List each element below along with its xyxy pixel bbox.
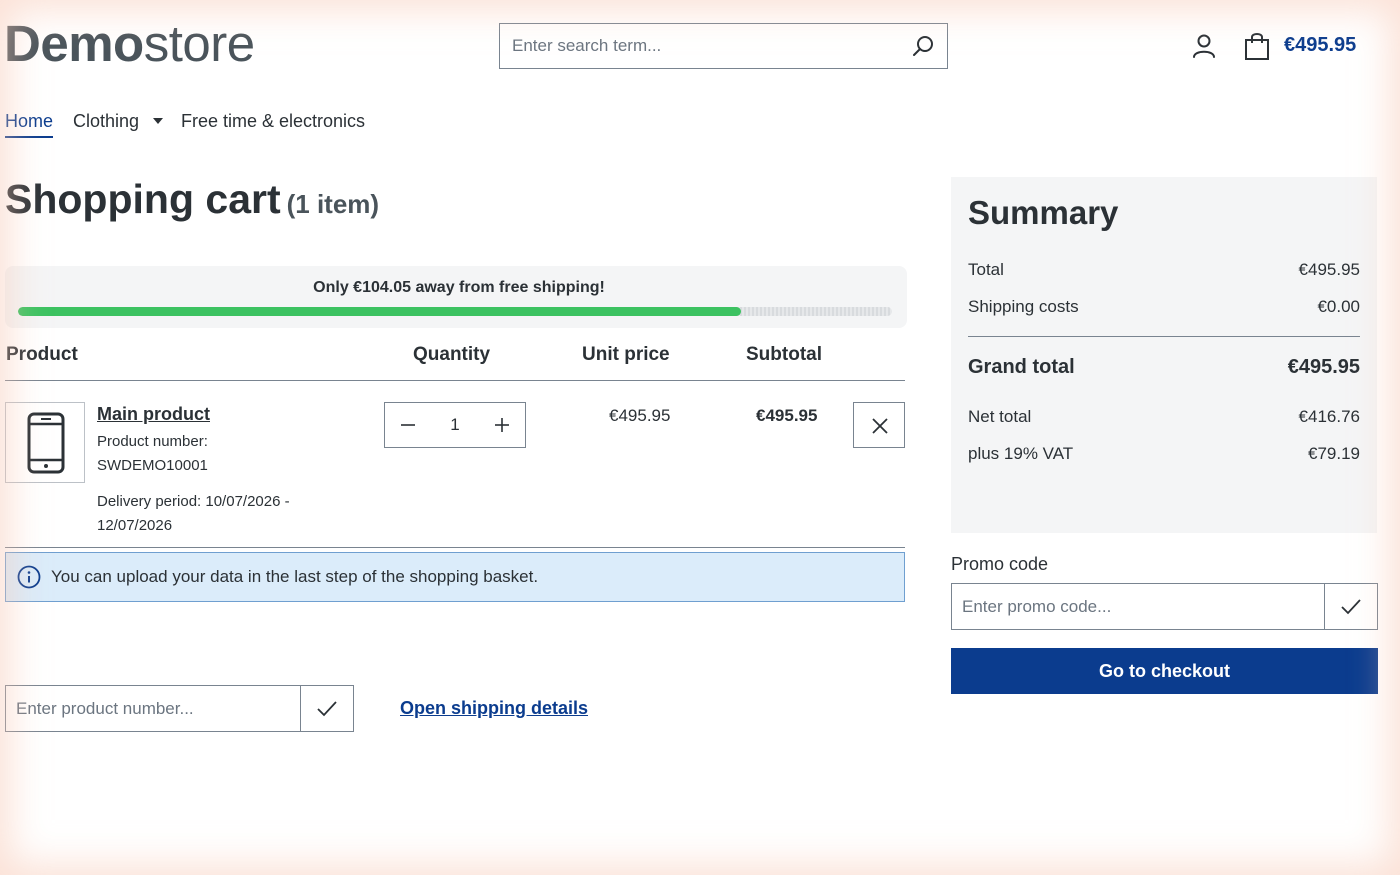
quantity-value[interactable]: 1 xyxy=(431,415,479,435)
nav-item-free-time-electronics[interactable]: Free time & electronics xyxy=(181,111,365,132)
column-header-quantity: Quantity xyxy=(413,344,491,365)
add-product-form xyxy=(5,685,354,732)
store-logo[interactable]: Demostore xyxy=(4,14,255,74)
summary-total-label: Total xyxy=(968,260,1004,279)
promo-code-form xyxy=(951,583,1378,630)
vat-label: plus 19% VAT xyxy=(968,444,1074,463)
summary-shipping-value: €0.00 xyxy=(1317,297,1360,316)
delivery-period: Delivery period: 10/07/2026 - 12/07/2026 xyxy=(97,493,290,534)
product-number-label: Product number: xyxy=(97,433,208,450)
column-header-product: Product xyxy=(6,344,78,365)
shipping-progress-fill xyxy=(18,307,741,316)
close-icon xyxy=(872,418,888,434)
shopping-bag-icon[interactable] xyxy=(1243,31,1271,61)
table-divider xyxy=(5,380,905,381)
search-input[interactable] xyxy=(500,24,947,68)
minus-icon xyxy=(401,424,415,426)
shipping-progress-bar xyxy=(18,307,892,316)
search-bar xyxy=(499,23,948,69)
add-product-button[interactable] xyxy=(300,686,353,731)
chevron-down-icon[interactable] xyxy=(153,118,163,124)
quantity-stepper: 1 xyxy=(384,402,526,448)
product-number-input[interactable] xyxy=(6,686,300,731)
logo-bold-text: Demo xyxy=(4,15,144,72)
line-subtotal: €495.95 xyxy=(756,406,818,425)
info-alert: You can upload your data in the last ste… xyxy=(5,552,905,602)
plus-icon xyxy=(495,418,509,432)
free-shipping-box: Only €104.05 away from free shipping! xyxy=(5,266,907,328)
cart-item-count: (1 item) xyxy=(286,189,380,219)
decrease-quantity-button[interactable] xyxy=(385,403,431,447)
nav-item-home[interactable]: Home xyxy=(5,111,54,138)
grand-total-label: Grand total xyxy=(968,356,1075,378)
column-header-unit-price: Unit price xyxy=(582,344,670,365)
checkout-button[interactable]: Go to checkout xyxy=(951,648,1378,694)
page-title-text: Shopping cart xyxy=(5,176,281,222)
promo-code-label: Promo code xyxy=(951,554,1049,574)
promo-code-input[interactable] xyxy=(952,584,1324,629)
smartphone-icon xyxy=(27,412,65,474)
cart-total[interactable]: €495.95 xyxy=(1284,34,1356,57)
table-divider xyxy=(5,547,905,548)
summary-divider xyxy=(968,336,1360,337)
apply-promo-button[interactable] xyxy=(1324,584,1377,629)
search-icon[interactable] xyxy=(911,34,935,58)
checkmark-icon xyxy=(1341,598,1361,614)
grand-total-value: €495.95 xyxy=(1287,356,1360,378)
product-name-link[interactable]: Main product xyxy=(97,404,210,425)
info-icon xyxy=(17,565,41,589)
open-shipping-details-link[interactable]: Open shipping details xyxy=(400,698,588,719)
product-number: SWDEMO10001 xyxy=(97,457,208,474)
increase-quantity-button[interactable] xyxy=(479,403,525,447)
summary-total-value: €495.95 xyxy=(1298,260,1360,279)
checkmark-icon xyxy=(317,700,337,716)
product-image[interactable] xyxy=(5,402,85,483)
net-total-value: €416.76 xyxy=(1298,407,1360,426)
column-header-subtotal: Subtotal xyxy=(746,344,822,365)
logo-light-text: store xyxy=(143,15,255,72)
account-icon[interactable] xyxy=(1190,32,1218,60)
info-message: You can upload your data in the last ste… xyxy=(51,567,539,586)
remove-item-button[interactable] xyxy=(853,402,905,448)
nav-item-clothing[interactable]: Clothing xyxy=(73,111,139,132)
free-shipping-message: Only €104.05 away from free shipping! xyxy=(313,279,605,296)
unit-price: €495.95 xyxy=(609,406,671,425)
page-title: Shopping cart (1 item) xyxy=(5,176,379,223)
net-total-label: Net total xyxy=(968,407,1032,426)
vat-value: €79.19 xyxy=(1308,444,1360,463)
summary-title: Summary xyxy=(968,194,1119,231)
summary-shipping-label: Shipping costs xyxy=(968,297,1079,316)
